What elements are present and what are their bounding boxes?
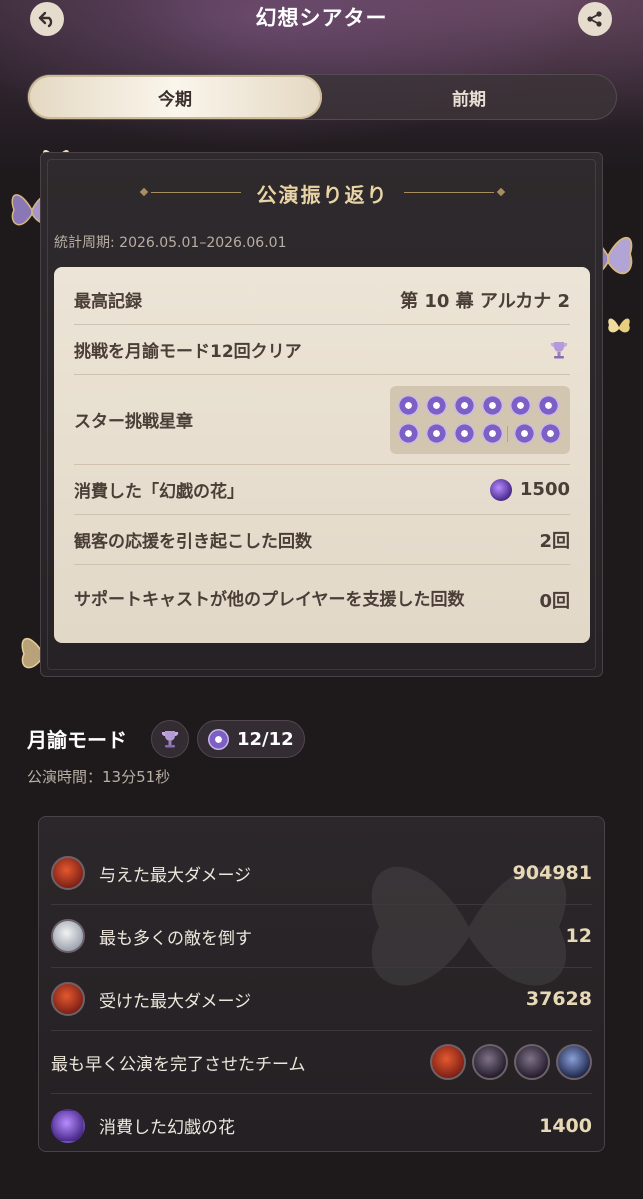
purple-flower-icon: [489, 478, 512, 501]
cheer-count-row: 観客の応援を引き起こした回数 2回: [74, 515, 570, 565]
clear-mode-row: 挑戦を月諭モード12回クリア: [74, 325, 570, 375]
star-icon: [482, 394, 503, 416]
max-damage-value: 904981: [512, 862, 592, 884]
statistics-period: 統計周期: 2026.05.01–2026.06.01: [54, 235, 287, 251]
character-avatar: [51, 856, 85, 890]
title-ornament-right: [404, 192, 494, 193]
star-medal-grid: [390, 385, 570, 454]
flowers-used-row: 消費した「幻戯の花」 1500: [74, 465, 570, 515]
star-icon: [482, 422, 503, 444]
fastest-team-row: 最も早く公演を完了させたチーム: [51, 1031, 592, 1094]
best-record-value: 第 10 幕 アルカナ 2: [400, 290, 570, 312]
stats-panel: 最高記録 第 10 幕 アルカナ 2 挑戦を月諭モード12回クリア スター挑戦星…: [54, 267, 590, 643]
flowers-consumed-label: 消費した幻戯の花: [99, 1118, 235, 1138]
mode-progress-badge: 12/12: [197, 720, 305, 758]
purple-flower-icon: [51, 1108, 85, 1143]
star-icon: [454, 422, 475, 444]
character-avatar: [51, 982, 85, 1016]
cheer-count-value: 2回: [539, 530, 570, 552]
flowers-used-label: 消費した「幻戯の花」: [74, 482, 244, 502]
character-avatar: [472, 1044, 508, 1080]
best-record-label: 最高記録: [74, 292, 142, 312]
star-icon: [540, 422, 561, 444]
max-damage-row: 与えた最大ダメージ 904981: [51, 842, 592, 905]
star-medal-row: スター挑戦星章: [74, 375, 570, 465]
star-icon: [398, 394, 419, 416]
character-avatar: [430, 1044, 466, 1080]
flowers-consumed-row: 消費した幻戯の花 1400: [51, 1094, 592, 1151]
performance-review-card: 公演振り返り 統計周期: 2026.05.01–2026.06.01 最高記録 …: [40, 152, 603, 677]
star-divider: [507, 425, 508, 442]
cheer-count-label: 観客の応援を引き起こした回数: [74, 532, 312, 552]
star-medal-label: スター挑戦星章: [74, 412, 193, 432]
star-icon: [514, 422, 535, 444]
review-title: 公演振り返り: [256, 183, 389, 207]
star-icon: [426, 422, 447, 444]
star-icon: [208, 728, 229, 750]
tab-previous-period[interactable]: 前期: [322, 75, 616, 119]
max-damage-label: 与えた最大ダメージ: [99, 865, 252, 886]
tab-current-period[interactable]: 今期: [28, 75, 322, 119]
max-taken-value: 37628: [525, 988, 592, 1010]
page-title: 幻想シアター: [255, 6, 388, 30]
mode-header: 月諭モード 12/12: [27, 718, 617, 758]
character-avatar: [51, 919, 85, 953]
star-icon: [538, 394, 559, 416]
mode-trophy-badge: [151, 720, 189, 758]
period-tabs: 今期 前期: [27, 74, 617, 120]
support-count-row: サポートキャストが他のプレイヤーを支援した回数 0回: [74, 565, 570, 635]
star-icon: [398, 422, 419, 444]
fastest-team-label: 最も早く公演を完了させたチーム: [51, 1054, 306, 1075]
most-kills-row: 最も多くの敵を倒す 12: [51, 905, 592, 968]
star-icon: [454, 394, 475, 416]
top-bar: 幻想シアター: [0, 0, 643, 36]
team-avatars: [430, 1044, 592, 1080]
trophy-icon: [161, 731, 179, 748]
performance-time: 公演時間：13分51秒: [27, 768, 171, 786]
character-avatar: [556, 1044, 592, 1080]
max-taken-row: 受けた最大ダメージ 37628: [51, 968, 592, 1031]
clear-mode-label: 挑戦を月諭モード12回クリア: [74, 342, 302, 362]
best-record-row: 最高記録 第 10 幕 アルカナ 2: [74, 275, 570, 325]
support-count-label: サポートキャストが他のプレイヤーを支援した回数: [74, 590, 465, 610]
mode-title: 月諭モード: [27, 728, 127, 752]
star-icon: [426, 394, 447, 416]
support-count-value: 0回: [539, 591, 570, 612]
share-button[interactable]: [578, 2, 612, 36]
flowers-consumed-value: 1400: [539, 1114, 592, 1137]
butterfly-icon: [608, 318, 630, 333]
trophy-icon: [550, 341, 568, 358]
flowers-used-value: 1500: [519, 478, 570, 500]
max-taken-label: 受けた最大ダメージ: [99, 991, 252, 1012]
battle-stats-card: 与えた最大ダメージ 904981 最も多くの敵を倒す 12 受けた最大ダメージ …: [38, 816, 605, 1152]
most-kills-value: 12: [565, 925, 592, 947]
character-avatar: [514, 1044, 550, 1080]
star-icon: [510, 394, 531, 416]
most-kills-label: 最も多くの敵を倒す: [99, 928, 252, 949]
mode-progress: 12/12: [237, 728, 294, 750]
share-icon: [587, 11, 602, 27]
